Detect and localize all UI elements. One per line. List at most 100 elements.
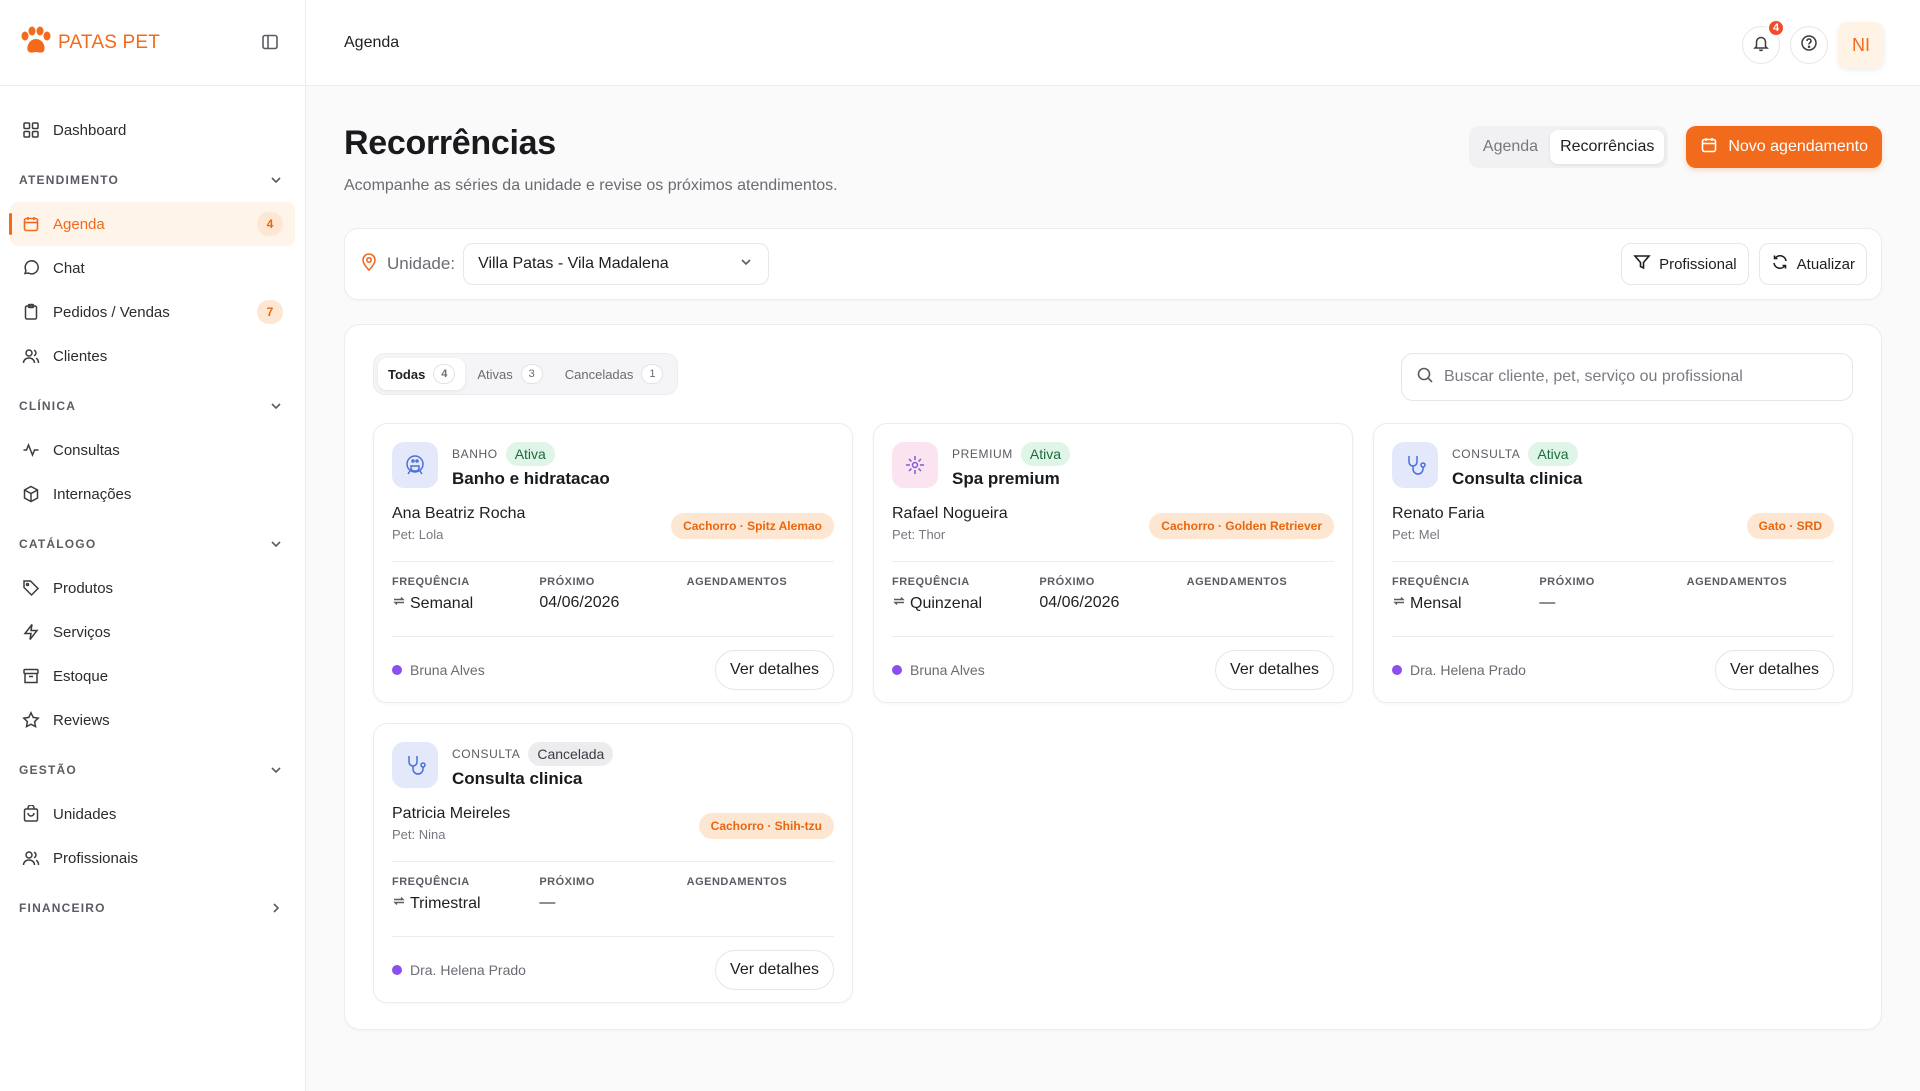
brand-logo[interactable]: PATAS PET <box>18 26 160 60</box>
notifications-button[interactable]: 4 <box>1742 19 1785 64</box>
section-clinica[interactable]: CLÍNICA <box>10 384 295 428</box>
chevron-down-icon <box>268 762 284 778</box>
section-gestao[interactable]: GESTÃO <box>10 748 295 792</box>
card-header: CONSULTA Cancelada Consulta clinica <box>392 742 834 789</box>
professional-info: Dra. Helena Prado <box>392 962 526 978</box>
sidebar-item-clientes[interactable]: Clientes <box>10 334 295 378</box>
service-category: CONSULTA <box>1452 447 1521 461</box>
sidebar-item-estoque[interactable]: Estoque <box>10 654 295 698</box>
frequency-stat: FREQUÊNCIA Trimestral <box>392 876 539 920</box>
users-icon <box>21 346 41 366</box>
service-category: BANHO <box>452 447 498 461</box>
new-appointment-button[interactable]: Novo agendamento <box>1686 126 1882 168</box>
search-input[interactable] <box>1444 368 1838 386</box>
sidebar-item-reviews[interactable]: Reviews <box>10 698 295 742</box>
sidebar-item-agenda[interactable]: Agenda 4 <box>9 202 295 246</box>
professional-dot <box>392 664 402 675</box>
service-category: PREMIUM <box>952 447 1013 461</box>
divider <box>1392 561 1834 562</box>
unit-filter-label: Unidade: <box>359 252 455 277</box>
stat-label: AGENDAMENTOS <box>686 876 788 888</box>
unit-select-value: Villa Patas - Vila Madalena <box>478 255 669 272</box>
tab-label: Canceladas <box>564 366 634 382</box>
header-actions: Agenda Recorrências Novo agendamento <box>1468 126 1882 168</box>
service-name: Spa premium <box>952 469 1060 488</box>
sidebar-item-chat[interactable]: Chat <box>10 246 295 290</box>
next-stat: PRÓXIMO — <box>539 876 686 920</box>
brand-name: PATAS PET <box>58 31 161 53</box>
sidebar-item-pedidos[interactable]: Pedidos / Vendas 7 <box>10 290 295 334</box>
status-tabs: Todas 4 Ativas 3 Canceladas 1 <box>373 353 679 395</box>
sidebar-nav: Dashboard ATENDIMENTO Agenda 4 Chat Pedi… <box>0 86 305 930</box>
breed-badge: Cachorro · Shih-tzu <box>698 813 834 839</box>
card-meta: CONSULTA Ativa <box>1452 442 1582 466</box>
sidebar-item-label: Profissionais <box>53 849 139 867</box>
refresh-button[interactable]: Atualizar <box>1758 243 1867 285</box>
tab-todas[interactable]: Todas 4 <box>378 358 466 390</box>
professional-info: Bruna Alves <box>892 662 985 678</box>
section-catalogo[interactable]: CATÁLOGO <box>10 522 295 566</box>
frequency-text: Mensal <box>1410 594 1462 612</box>
card-footer: Dra. Helena Prado Ver detalhes <box>392 936 834 1002</box>
recurrence-grid: BANHO Ativa Banho e hidratacao Ana Beatr… <box>373 423 1853 1003</box>
divider <box>392 861 834 862</box>
next-stat: PRÓXIMO 04/06/2026 <box>539 576 686 620</box>
frequency-value: Trimestral <box>392 894 539 913</box>
professional-name: Bruna Alves <box>910 661 985 678</box>
sidebar-item-label: Dashboard <box>53 121 127 139</box>
details-button[interactable]: Ver detalhes <box>1215 649 1334 690</box>
repeat-icon <box>1392 594 1406 613</box>
frequency-value: Semanal <box>392 594 539 613</box>
next-value: — <box>539 894 556 911</box>
unit-select[interactable]: Villa Patas - Vila Madalena <box>463 243 770 285</box>
breed-badge: Cachorro · Spitz Alemao <box>671 513 834 539</box>
main-area: Agenda 4 NI Recorrências Acompanhe as sé… <box>306 0 1920 1091</box>
sidebar-item-unidades[interactable]: Unidades <box>10 792 295 836</box>
view-recorrencias-button[interactable]: Recorrências <box>1550 130 1665 164</box>
status-badge: Ativa <box>1020 442 1070 466</box>
tab-count: 4 <box>433 364 456 384</box>
stat-label: FREQUÊNCIA <box>392 576 470 588</box>
avatar[interactable]: NI <box>1838 22 1884 68</box>
page-header: Recorrências Acompanhe as séries da unid… <box>344 124 1882 228</box>
filter-bar: Unidade: Villa Patas - Vila Madalena Pro… <box>344 228 1882 300</box>
section-financeiro[interactable]: FINANCEIRO <box>10 886 295 930</box>
sidebar-item-dashboard[interactable]: Dashboard <box>10 108 295 152</box>
details-button[interactable]: Ver detalhes <box>1715 649 1834 690</box>
status-badge: Ativa <box>505 442 555 466</box>
sidebar-item-consultas[interactable]: Consultas <box>10 428 295 472</box>
repeat-icon <box>892 594 906 613</box>
tab-canceladas[interactable]: Canceladas 1 <box>555 358 674 390</box>
brand-header: PATAS PET <box>0 0 305 86</box>
map-pin-icon <box>359 252 379 277</box>
service-category: CONSULTA <box>452 747 521 761</box>
card-meta: CONSULTA Cancelada <box>452 742 614 766</box>
card-meta: PREMIUM Ativa <box>952 442 1070 466</box>
frequency-text: Semanal <box>410 594 474 612</box>
sidebar-item-servicos[interactable]: Serviços <box>10 610 295 654</box>
details-button[interactable]: Ver detalhes <box>715 949 834 990</box>
stethoscope-icon <box>392 742 438 788</box>
professional-filter-button[interactable]: Profissional <box>1621 243 1749 285</box>
view-agenda-button[interactable]: Agenda <box>1473 130 1548 164</box>
stat-label: FREQUÊNCIA <box>1392 576 1470 588</box>
count-badge: 7 <box>257 300 283 324</box>
next-stat: PRÓXIMO 04/06/2026 <box>1039 576 1186 620</box>
view-toggle: Agenda Recorrências <box>1468 126 1669 168</box>
sidebar-item-internacoes[interactable]: Internações <box>10 472 295 516</box>
stat-label: PRÓXIMO <box>539 876 595 888</box>
details-button[interactable]: Ver detalhes <box>715 649 834 690</box>
chevron-down-icon <box>268 536 284 552</box>
archive-icon <box>21 666 41 686</box>
chevron-down-icon <box>268 398 284 414</box>
sidebar-toggle-icon[interactable] <box>261 33 279 51</box>
card-footer: Bruna Alves Ver detalhes <box>392 636 834 702</box>
help-button[interactable] <box>1790 26 1828 64</box>
sidebar-item-produtos[interactable]: Produtos <box>10 566 295 610</box>
professional-dot <box>892 664 902 675</box>
sidebar-item-profissionais[interactable]: Profissionais <box>10 836 295 880</box>
section-atendimento[interactable]: ATENDIMENTO <box>10 158 295 202</box>
card-title-group: CONSULTA Ativa Consulta clinica <box>1452 442 1582 489</box>
frequency-value: Mensal <box>1392 594 1539 613</box>
tab-ativas[interactable]: Ativas 3 <box>467 358 552 390</box>
